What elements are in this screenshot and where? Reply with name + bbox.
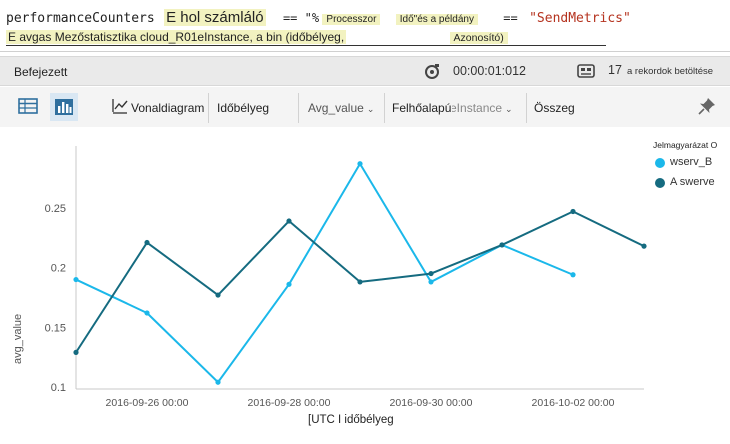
- y-tick-label: 0.1: [51, 382, 66, 394]
- records-icon: [577, 64, 595, 78]
- query-editor[interactable]: performanceCounters E hol számláló == "%…: [0, 0, 730, 52]
- chevron-down-icon: ⌄: [366, 104, 375, 114]
- cloud-label: Felhőalapú: [392, 101, 453, 115]
- series-line-a: [75, 162, 574, 384]
- query-instance-text: Idő"és a példány: [395, 14, 478, 25]
- legend-title: Jelmagyarázat O: [653, 140, 718, 150]
- status-text: Befejezett: [14, 65, 68, 79]
- data-point: [357, 161, 363, 167]
- pin-icon[interactable]: [697, 96, 717, 116]
- status-bar: Befejezett 00:00:01:012 17 a rekordok be…: [0, 56, 730, 86]
- x-axis-label: [UTC I időbélyeg: [308, 414, 394, 426]
- data-point: [499, 242, 505, 248]
- x-tick-label: 2016-09-30 00:00: [390, 397, 473, 409]
- data-point: [144, 239, 150, 246]
- elapsed-time: 00:00:01:012: [453, 64, 526, 78]
- query-table-name: performanceCounters: [6, 11, 155, 26]
- x-axis-selector[interactable]: Időbélyeg: [217, 101, 269, 115]
- data-point: [215, 379, 221, 385]
- x-tick-label: 2016-10-02 00:00: [532, 397, 615, 409]
- y-axis-selector-label: Avg_value: [308, 101, 364, 115]
- query-operator-2: ==: [503, 11, 518, 25]
- line-chart-icon: [112, 99, 128, 114]
- toolbar-divider: [526, 93, 527, 123]
- record-count: 17: [608, 63, 622, 77]
- query-operator-1: == "%: [282, 11, 320, 25]
- legend-item-series-b[interactable]: A swerve: [653, 176, 730, 190]
- query-string-literal: "SendMetrics": [529, 11, 631, 26]
- legend-label: wserv_B: [670, 156, 713, 168]
- data-point: [286, 218, 292, 224]
- chevron-down-icon: ⌄: [505, 104, 513, 114]
- y-tick-label: 0.15: [45, 322, 66, 334]
- record-count-label: a rekordok betöltése: [627, 66, 714, 77]
- query-line-2: E avgas Mezőstatisztika cloud_R01eInstan…: [6, 30, 508, 44]
- toolbar-divider: [298, 93, 299, 123]
- y-tick-label: 0.2: [51, 263, 66, 275]
- timer-icon: [425, 64, 439, 79]
- query-where-text: E hol számláló: [164, 9, 266, 26]
- x-tick-label: 2016-09-28 00:00: [248, 397, 331, 409]
- toolbar-divider: [208, 93, 209, 123]
- data-point: [73, 276, 79, 283]
- chart-plot-area: 0.1 0.15 0.2 0.25 2016-09-26 00:00 2016-09-28…: [45, 146, 647, 409]
- query-id-text: Azonosító): [449, 32, 508, 44]
- bar-chart-tab[interactable]: [50, 93, 78, 121]
- editor-underline: [6, 45, 606, 46]
- data-point: [357, 279, 363, 285]
- query-line-1: performanceCounters E hol számláló == "%…: [6, 9, 631, 26]
- data-point: [570, 208, 576, 215]
- toolbar-divider: [384, 93, 385, 123]
- legend-label: A swerve: [670, 176, 715, 188]
- data-point: [73, 349, 79, 355]
- y-tick-label: 0.25: [45, 203, 66, 215]
- chart-toolbar: Vonaldiagram Időbélyeg Avg_value ⌄ RoleIn…: [0, 87, 730, 127]
- data-point: [570, 272, 576, 278]
- data-point: [215, 292, 221, 298]
- data-point: [144, 310, 150, 316]
- chart-legend: Jelmagyarázat O wserv_B A swerve: [653, 140, 730, 190]
- data-point: [641, 243, 647, 249]
- legend-dot-icon: [655, 178, 665, 188]
- line-chart: 0.1 0.15 0.2 0.25 2016-09-26 00:00 2016-09-28…: [0, 128, 730, 444]
- data-point: [286, 281, 292, 287]
- legend-dot-icon: [655, 158, 665, 168]
- query-counter-text: Processzor: [322, 14, 381, 25]
- bar-chart-icon: [55, 99, 73, 115]
- x-tick-label: 2016-09-26 00:00: [106, 397, 189, 409]
- query-summarize-text: E avgas Mezőstatisztika cloud_R01eInstan…: [6, 30, 347, 44]
- y-axis-label: avg_value: [12, 313, 24, 364]
- y-axis-selector[interactable]: Avg_value ⌄: [308, 101, 374, 115]
- table-icon[interactable]: [17, 95, 39, 117]
- chart-type-dropdown[interactable]: Vonaldiagram: [131, 101, 204, 115]
- aggregation-selector[interactable]: Összeg: [534, 101, 575, 115]
- legend-item-series-a[interactable]: wserv_B: [653, 156, 730, 170]
- data-point: [428, 270, 434, 277]
- data-point: [428, 279, 434, 285]
